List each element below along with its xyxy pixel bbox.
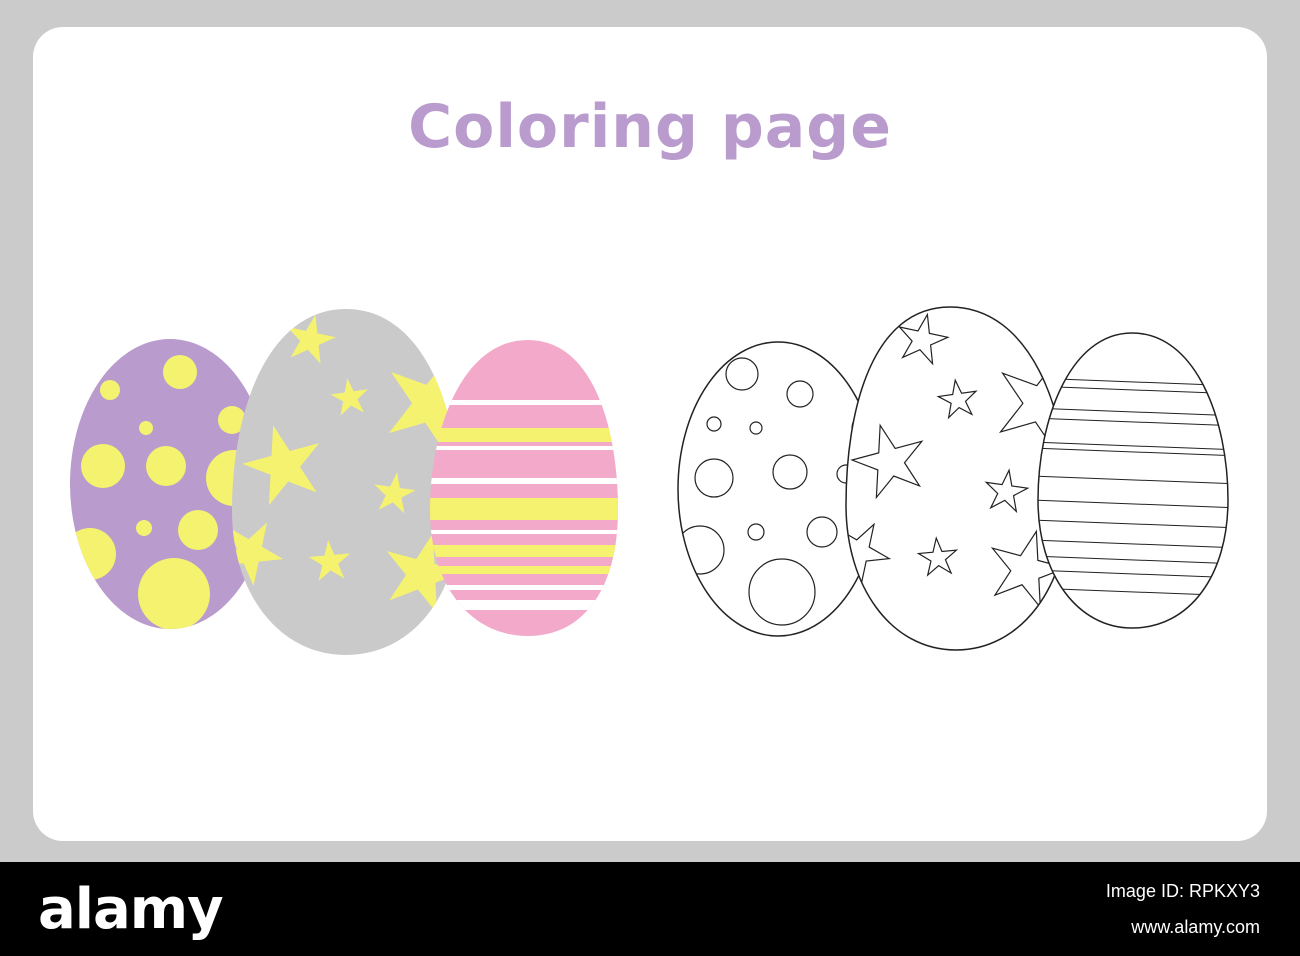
- alamy-logo: alamy: [38, 877, 224, 942]
- eggs-artwork: [70, 306, 1229, 655]
- site-url-text: www.alamy.com: [1131, 917, 1260, 937]
- image-id-text: Image ID: RPKXY3: [1105, 881, 1260, 901]
- striped-egg-icon: [430, 340, 618, 636]
- image-meta: Image ID: RPKXY3 www.alamy.com: [1106, 880, 1260, 938]
- striped-egg-outline-icon: [1037, 332, 1229, 629]
